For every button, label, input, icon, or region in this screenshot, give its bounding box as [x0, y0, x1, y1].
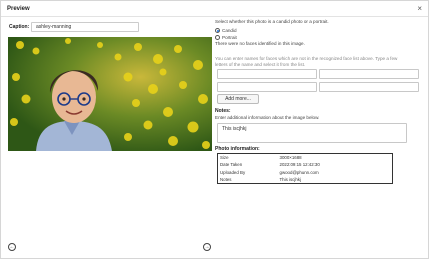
next-photo-button[interactable]: → [203, 243, 211, 251]
photo-info-label: Photo information: [215, 146, 260, 152]
table-row: Size 3000×1688 [220, 155, 302, 160]
radio-portrait-label: Portrait [222, 35, 237, 40]
notes-label: Notes: [215, 108, 231, 114]
caption-label: Caption: [9, 24, 30, 30]
radio-candid[interactable] [215, 28, 220, 33]
dialog-titlebar: Preview × [1, 1, 428, 17]
face-name-input[interactable] [319, 82, 419, 92]
add-more-button[interactable]: Add more... [217, 94, 259, 104]
dialog-title: Preview [7, 6, 30, 12]
table-row: Date Taken 2022:09:15 12:42:30 [220, 162, 320, 168]
face-name-input[interactable] [217, 82, 317, 92]
previous-photo-button[interactable]: ← [8, 243, 16, 251]
face-name-input[interactable] [319, 69, 419, 79]
no-faces-message: There were no faces identified in this i… [215, 41, 305, 46]
faces-instructions-2: letters of the name and select it from t… [215, 62, 306, 67]
notes-hint: Enter additional information about the i… [215, 115, 320, 120]
radio-candid-label: Candid [222, 28, 237, 33]
radio-portrait[interactable] [215, 35, 220, 40]
table-row: Uploaded By gwood@phunn.com [220, 169, 319, 175]
table-row: Notes This iscjhkj [220, 177, 301, 182]
preview-photo [8, 37, 212, 151]
preview-dialog: Preview × Caption: ashley-manning Select… [0, 0, 429, 259]
face-name-input[interactable] [217, 69, 317, 79]
photo-info-table: Size 3000×1688 Date Taken 2022:09:15 12:42… [217, 153, 393, 184]
faces-instructions-1: You can enter names for faces which are … [215, 56, 398, 61]
caption-input[interactable] [31, 22, 139, 32]
close-icon[interactable]: × [417, 4, 422, 14]
classify-prompt: Select whether this photo is a candid ph… [215, 19, 329, 24]
notes-textarea[interactable]: This iscjhkj [217, 123, 407, 143]
